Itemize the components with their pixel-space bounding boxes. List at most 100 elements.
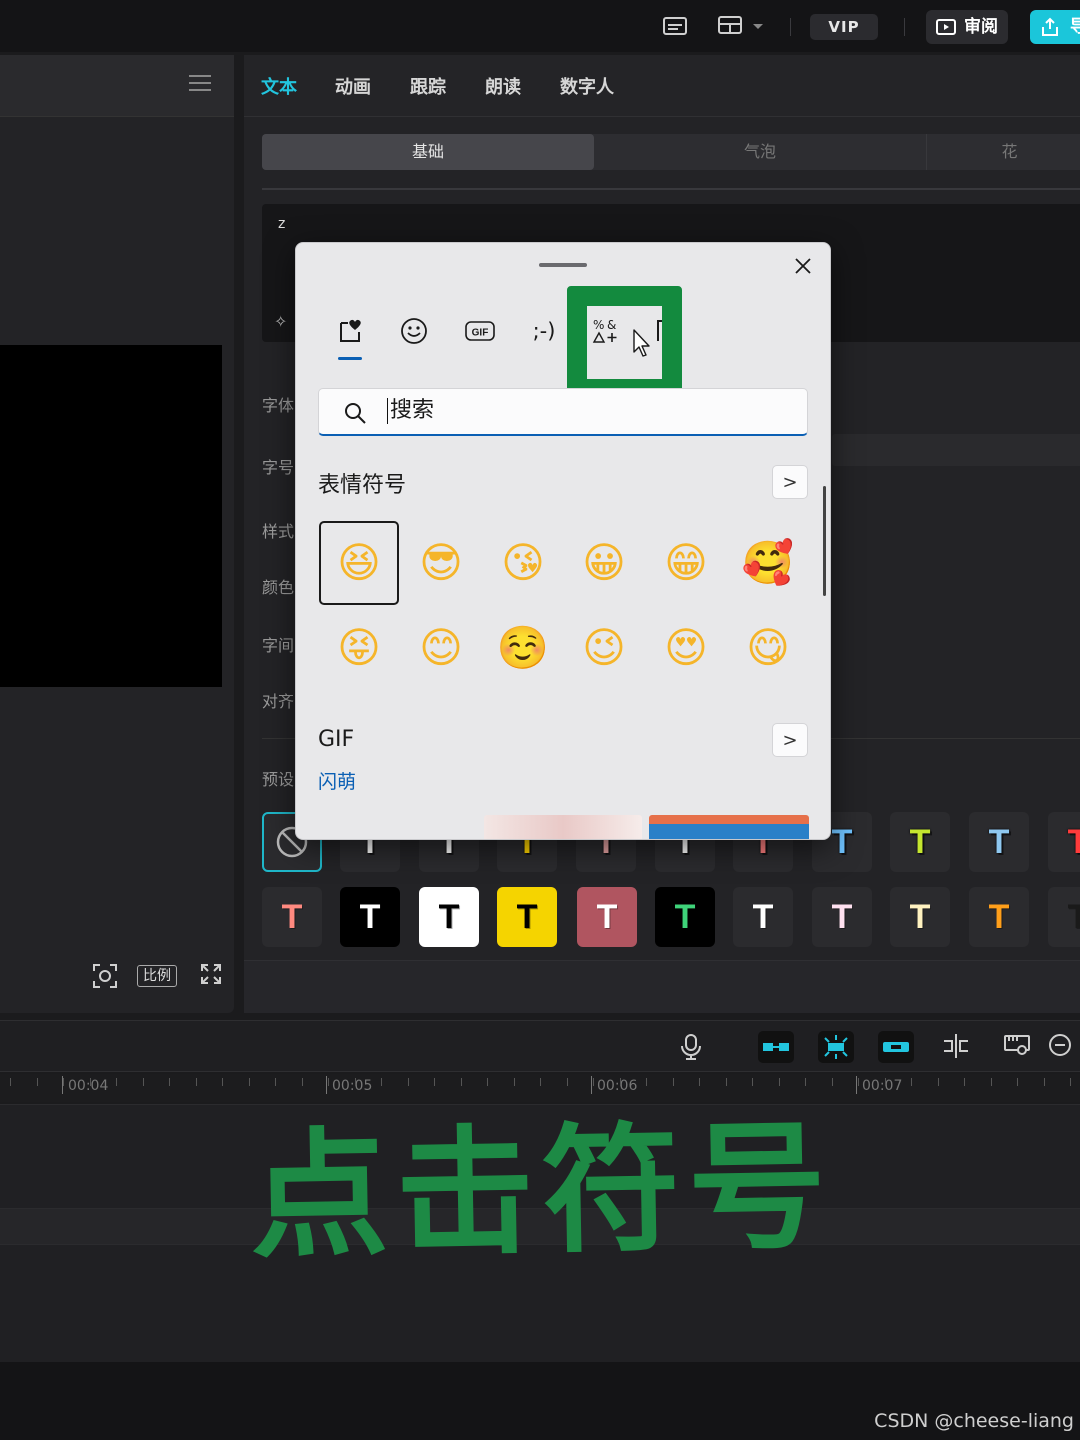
font-size-input[interactable] [832,434,1080,466]
ruler-tick [461,1078,462,1086]
drag-handle[interactable] [539,263,587,267]
emoji-item[interactable]: 😀 [564,521,644,605]
microphone-icon[interactable] [680,1033,702,1065]
review-button[interactable]: 审阅 [926,10,1008,44]
text-preset[interactable]: T [1048,887,1080,947]
emoji-item[interactable]: 😊 [401,606,481,690]
timeline-ruler[interactable]: 00:04 00:05 00:06 00:07 [0,1074,1080,1102]
text-input-value: z [278,216,286,232]
emoji-item[interactable]: 😝 [319,606,399,690]
section-gif-title: GIF [318,727,355,752]
search-icon [345,403,366,424]
emoji-item[interactable]: 😉 [564,606,644,690]
panel-footer [244,960,1080,1013]
ruler-tick [63,1078,64,1086]
ruler-tick [938,1078,939,1086]
emoji-item[interactable]: 🥰 [728,521,808,605]
text-preset[interactable]: T [733,887,793,947]
ruler-tick [90,1078,91,1086]
search-placeholder: 搜索 [387,398,434,424]
style-label: 样式 [262,522,295,541]
emoji-glyph: 😊 [419,623,463,672]
text-preset[interactable]: T [655,887,715,947]
layout-icon[interactable] [717,14,767,38]
gif-thumbnail[interactable] [484,815,642,839]
ratio-button[interactable]: 比例 [137,965,177,987]
ruler-major-tick [591,1076,592,1094]
text-preset[interactable]: T [262,887,322,947]
text-preset[interactable]: T [890,887,950,947]
gif-more-button[interactable]: > [772,723,808,757]
gif-thumbnail[interactable] [649,815,809,839]
fullscreen-icon[interactable] [200,963,222,989]
text-preset[interactable]: T [890,812,950,872]
text-preset[interactable]: T [419,887,479,947]
subtab-fancy[interactable]: 花 [926,134,1080,170]
ruler-tick [408,1078,409,1086]
emoji-item[interactable]: 😍 [646,606,726,690]
subtab-bubble[interactable]: 气泡 [594,134,926,170]
emoji-item[interactable]: 😋 [728,606,808,690]
ruler-tick [434,1078,435,1086]
preview-axis-icon[interactable] [1003,1033,1031,1063]
tab-read-aloud[interactable]: 朗读 [485,73,521,99]
sparkle-icon[interactable]: ✧ [274,312,287,331]
linkage-icon[interactable] [878,1031,914,1063]
emoji-item[interactable]: 😘 [483,521,563,605]
text-preset[interactable]: T [340,887,400,947]
tab-tracking[interactable]: 跟踪 [410,73,446,99]
review-label: 审阅 [964,17,998,37]
ruler-tick [593,1078,594,1086]
emoji-face-icon[interactable] [396,313,432,349]
menu-icon[interactable] [189,75,211,93]
emoji-item[interactable]: 😆 [319,521,399,605]
subtab-basic[interactable]: 基础 [262,134,594,170]
tab-text[interactable]: 文本 [261,73,297,99]
text-preset[interactable]: T [497,887,557,947]
text-preset[interactable]: T [812,887,872,947]
screenshot-icon[interactable] [92,963,118,989]
emoji-item[interactable]: 😎 [401,521,481,605]
ruler-tick [540,1078,541,1086]
tab-digital-human[interactable]: 数字人 [560,73,614,99]
video-preview[interactable] [0,345,222,687]
gif-provider-link[interactable]: 闪萌 [318,767,356,794]
emoji-glyph: 😆 [337,538,381,587]
ruler-label: 00:07 [862,1078,903,1094]
ruler-label: 00:05 [332,1078,373,1094]
close-icon[interactable] [792,255,814,277]
ruler-tick [328,1078,329,1086]
link-main-track-icon[interactable] [758,1031,794,1063]
emoji-glyph: 😀 [582,538,626,587]
text-preset[interactable]: T [969,887,1029,947]
property-tabs: 文本 动画 跟踪 朗读 数字人 [244,55,1080,117]
gif-icon-text: GIF [472,328,489,339]
highlight-box [567,286,682,399]
gif-icon[interactable]: GIF [460,313,500,349]
snap-icon[interactable] [818,1031,854,1063]
emoji-glyph: ☺️ [496,623,550,672]
ruler-major-tick [856,1076,857,1094]
kaomoji-icon[interactable]: ;-) [524,313,564,349]
export-label: 导 [1070,17,1080,37]
scrollbar[interactable] [823,486,826,596]
tab-animation[interactable]: 动画 [335,73,371,99]
emoji-item[interactable]: ☺️ [483,606,563,690]
text-preset[interactable]: T [969,812,1029,872]
color-label: 颜色 [262,578,295,597]
export-button[interactable]: 导 [1030,10,1080,44]
ruler-tick [1044,1078,1045,1086]
recent-heart-icon[interactable] [332,313,368,349]
emoji-search-input[interactable]: 搜索 [318,388,808,436]
zoom-out-icon[interactable] [1048,1033,1074,1063]
text-preset[interactable]: T [1048,812,1080,872]
vip-badge[interactable]: VIP [810,14,878,40]
font-size-label: 字号 [262,458,295,477]
ruler-major-tick [326,1076,327,1094]
subtitle-icon[interactable] [662,14,688,38]
text-preset[interactable]: T [577,887,637,947]
active-category-indicator [338,357,362,360]
emoji-more-button[interactable]: > [772,465,808,499]
emoji-item[interactable]: 😁 [646,521,726,605]
split-icon[interactable] [942,1033,970,1063]
